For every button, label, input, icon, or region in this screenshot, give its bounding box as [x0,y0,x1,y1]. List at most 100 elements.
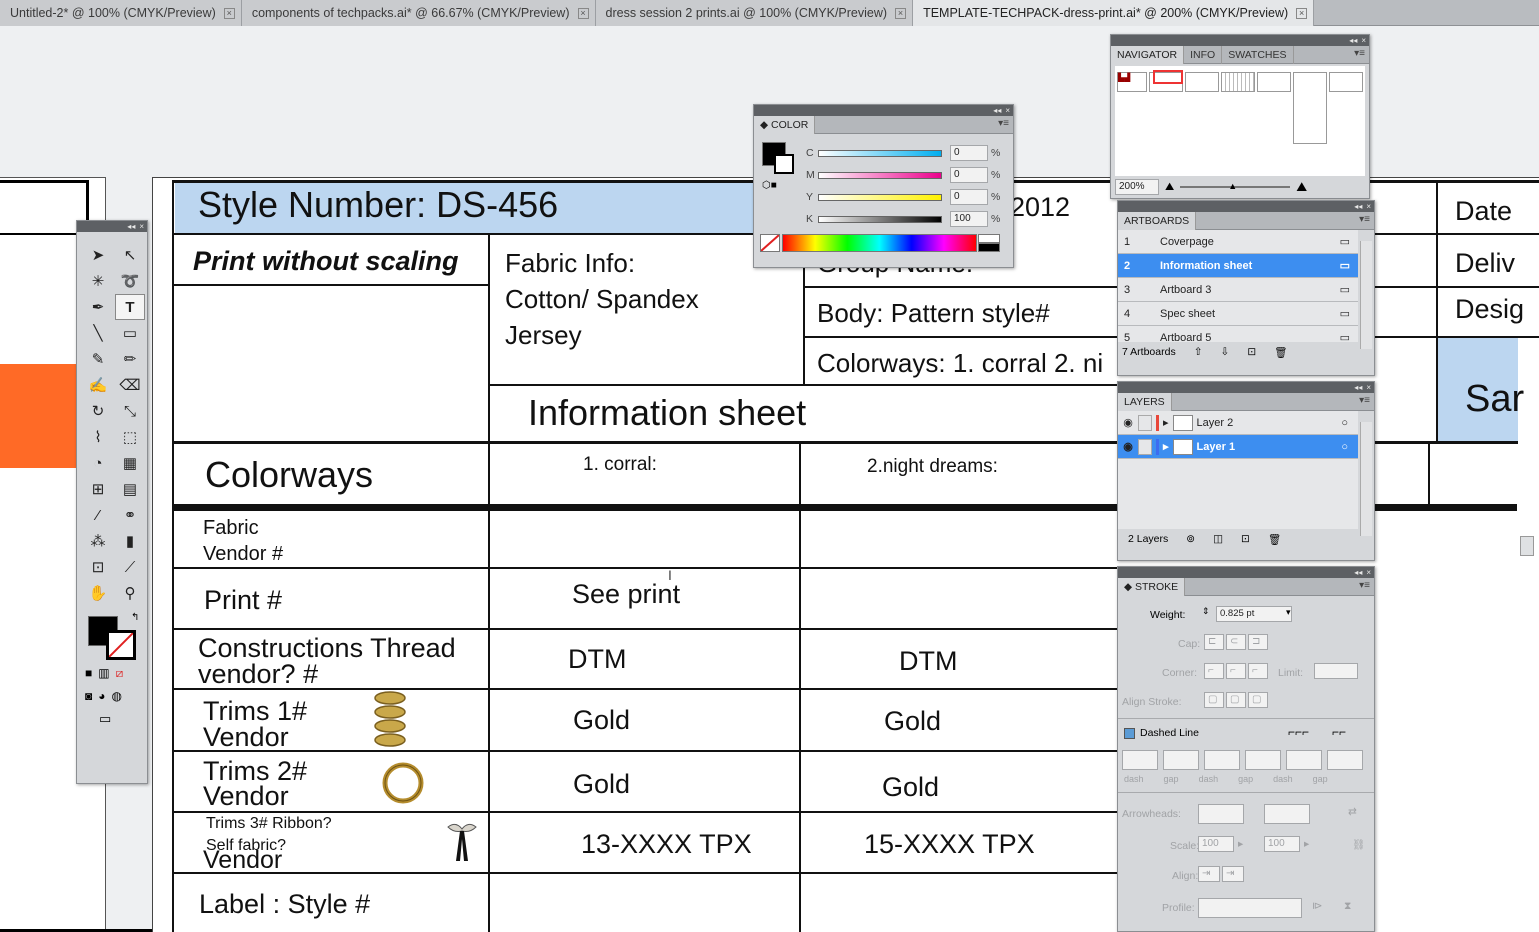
visibility-eye-icon[interactable]: ◉ [1118,440,1138,453]
lasso-tool-icon[interactable]: ➰ [115,268,145,294]
gradient-tool-icon[interactable]: ▤ [115,476,145,502]
target-circle-icon[interactable]: ○ [1341,417,1358,429]
zoom-out-icon[interactable]: ⛰ [1165,181,1174,194]
navigator-preview[interactable]: ▙▟ [1115,66,1365,176]
tab-dress-session-2-prints[interactable]: dress session 2 prints.ai @ 100% (CMYK/P… [595,0,914,26]
align-dash-icon[interactable]: ⌐⌐ [1332,725,1346,739]
start-arrowhead-select[interactable] [1198,804,1244,824]
tab-info[interactable]: INFO [1184,45,1223,64]
yellow-slider[interactable] [818,193,942,201]
clipping-mask-icon[interactable]: ◫ [1213,533,1223,545]
gap-input-2[interactable] [1245,750,1281,770]
mesh-tool-icon[interactable]: ⊞ [83,476,113,502]
blob-brush-tool-icon[interactable]: ✍ [83,372,113,398]
collapse-icon[interactable]: ◂◂ [1354,568,1362,577]
column-graph-tool-icon[interactable]: ▮ [115,528,145,554]
collapse-icon[interactable]: ◂◂ [127,222,135,231]
yellow-value-input[interactable]: 0 [950,189,988,205]
artboard-options-icon[interactable]: ▭ [1340,331,1358,342]
magenta-value-input[interactable]: 0 [950,167,988,183]
close-icon[interactable]: × [1366,383,1371,392]
artboard-row[interactable]: 5 Artboard 5 ▭ [1118,326,1358,343]
panel-menu-icon[interactable]: ▾≡ [1359,395,1370,406]
align-center-button[interactable]: ▢ [1204,692,1224,708]
symbol-sprayer-tool-icon[interactable]: ⁂ [83,528,113,554]
cyan-slider[interactable] [818,149,942,157]
tab-layers[interactable]: LAYERS [1118,392,1172,411]
collapse-icon[interactable]: ◂◂ [993,106,1001,115]
magic-wand-tool-icon[interactable]: ✳ [83,268,113,294]
lock-toggle[interactable] [1138,414,1152,431]
free-transform-tool-icon[interactable]: ⬚ [115,424,145,450]
new-artboard-icon[interactable]: ⊡ [1247,346,1256,358]
flip-across-icon[interactable]: ⧗ [1344,900,1351,913]
profile-select[interactable] [1198,898,1302,918]
pencil-tool-icon[interactable]: ✏ [115,346,145,372]
layer-name[interactable]: Layer 1 [1197,441,1342,453]
zoom-tool-icon[interactable]: ⚲ [115,580,145,606]
link-scale-icon[interactable]: ⛓ [1352,838,1365,851]
color-mode-icon[interactable]: ■ [85,666,92,681]
cyan-value-input[interactable]: 0 [950,145,988,161]
collapse-icon[interactable]: ◂◂ [1354,202,1362,211]
flip-along-icon[interactable]: ⧐ [1312,900,1323,912]
gap-input-3[interactable] [1327,750,1363,770]
panel-menu-icon[interactable]: ▾≡ [1354,48,1365,59]
zoom-slider[interactable]: ▲ [1180,181,1291,191]
collapse-icon[interactable]: ◂◂ [1354,383,1362,392]
align-outside-button[interactable]: ▢ [1248,692,1268,708]
panel-menu-icon[interactable]: ▾≡ [1359,580,1370,591]
chevron-right-icon[interactable]: ▸ [1238,838,1243,850]
end-scale-input[interactable]: 100 [1264,836,1300,852]
paintbrush-tool-icon[interactable]: ✎ [83,346,113,372]
black-value-input[interactable]: 100 [950,211,988,227]
artboard-row[interactable]: 1 Coverpage ▭ [1118,230,1358,254]
panel-menu-icon[interactable]: ▾≡ [1359,214,1370,225]
tab-artboards[interactable]: ARTBOARDS [1118,211,1197,230]
draw-inside-icon[interactable]: ◍ [112,689,122,703]
expand-arrow-icon[interactable]: ▸ [1163,416,1169,429]
slice-tool-icon[interactable]: ⟋ [115,554,145,580]
artboard-row[interactable]: 4 Spec sheet ▭ [1118,302,1358,326]
projecting-cap-button[interactable]: ⊐ [1248,634,1268,650]
none-color-swatch[interactable] [760,234,780,252]
perspective-grid-tool-icon[interactable]: ▦ [115,450,145,476]
layer-row[interactable]: ◉ ▸ Layer 2 ○ [1118,411,1358,435]
expand-arrow-icon[interactable]: ▸ [1163,440,1169,453]
direct-selection-tool-icon[interactable]: ↖ [115,242,145,268]
navigator-view-box[interactable] [1153,70,1183,84]
hand-tool-icon[interactable]: ✋ [83,580,113,606]
tab-stroke[interactable]: ◆ STROKE [1118,577,1186,596]
zoom-slider-handle[interactable]: ▲ [1228,181,1237,191]
arrow-tip-at-end-button[interactable]: ⇥ [1222,866,1244,882]
close-icon[interactable]: × [1366,202,1371,211]
preserve-dash-icon[interactable]: ⌐⌐⌐ [1288,725,1309,739]
target-circle-icon[interactable]: ○ [1341,441,1358,453]
round-join-button[interactable]: ⌐ [1226,663,1246,679]
type-tool-icon[interactable]: T [115,294,145,320]
black-slider[interactable] [818,215,942,223]
round-cap-button[interactable]: ⊂ [1226,634,1246,650]
artboard-options-icon[interactable]: ▭ [1340,259,1358,272]
panel-menu-icon[interactable]: ▾≡ [998,118,1009,129]
visibility-eye-icon[interactable]: ◉ [1118,416,1138,429]
black-swatch[interactable] [978,243,1000,252]
start-scale-input[interactable]: 100 [1198,836,1234,852]
stroke-swatch[interactable] [774,154,794,174]
weight-stepper[interactable]: ⇕ [1202,606,1210,617]
tab-untitled-2[interactable]: Untitled-2* @ 100% (CMYK/Preview) × [0,0,242,26]
vertical-scrollbar-thumb[interactable] [1520,536,1534,556]
pen-tool-icon[interactable]: ✒ [83,294,113,320]
swap-arrowheads-icon[interactable]: ⇄ [1348,806,1357,818]
artboard-options-icon[interactable]: ▭ [1340,283,1358,296]
artboard-row[interactable]: 2 Information sheet ▭ [1118,254,1358,278]
dash-input-2[interactable] [1204,750,1240,770]
close-icon[interactable]: × [1361,36,1366,45]
tab-swatches[interactable]: SWATCHES [1222,45,1294,64]
dashed-line-checkbox[interactable] [1124,728,1135,739]
zoom-level-input[interactable]: 200% [1115,179,1159,195]
stroke-swatch[interactable] [106,630,136,660]
draw-behind-icon[interactable]: ◕ [98,689,105,703]
close-icon[interactable]: × [139,222,144,231]
bevel-join-button[interactable]: ⌐ [1248,663,1268,679]
